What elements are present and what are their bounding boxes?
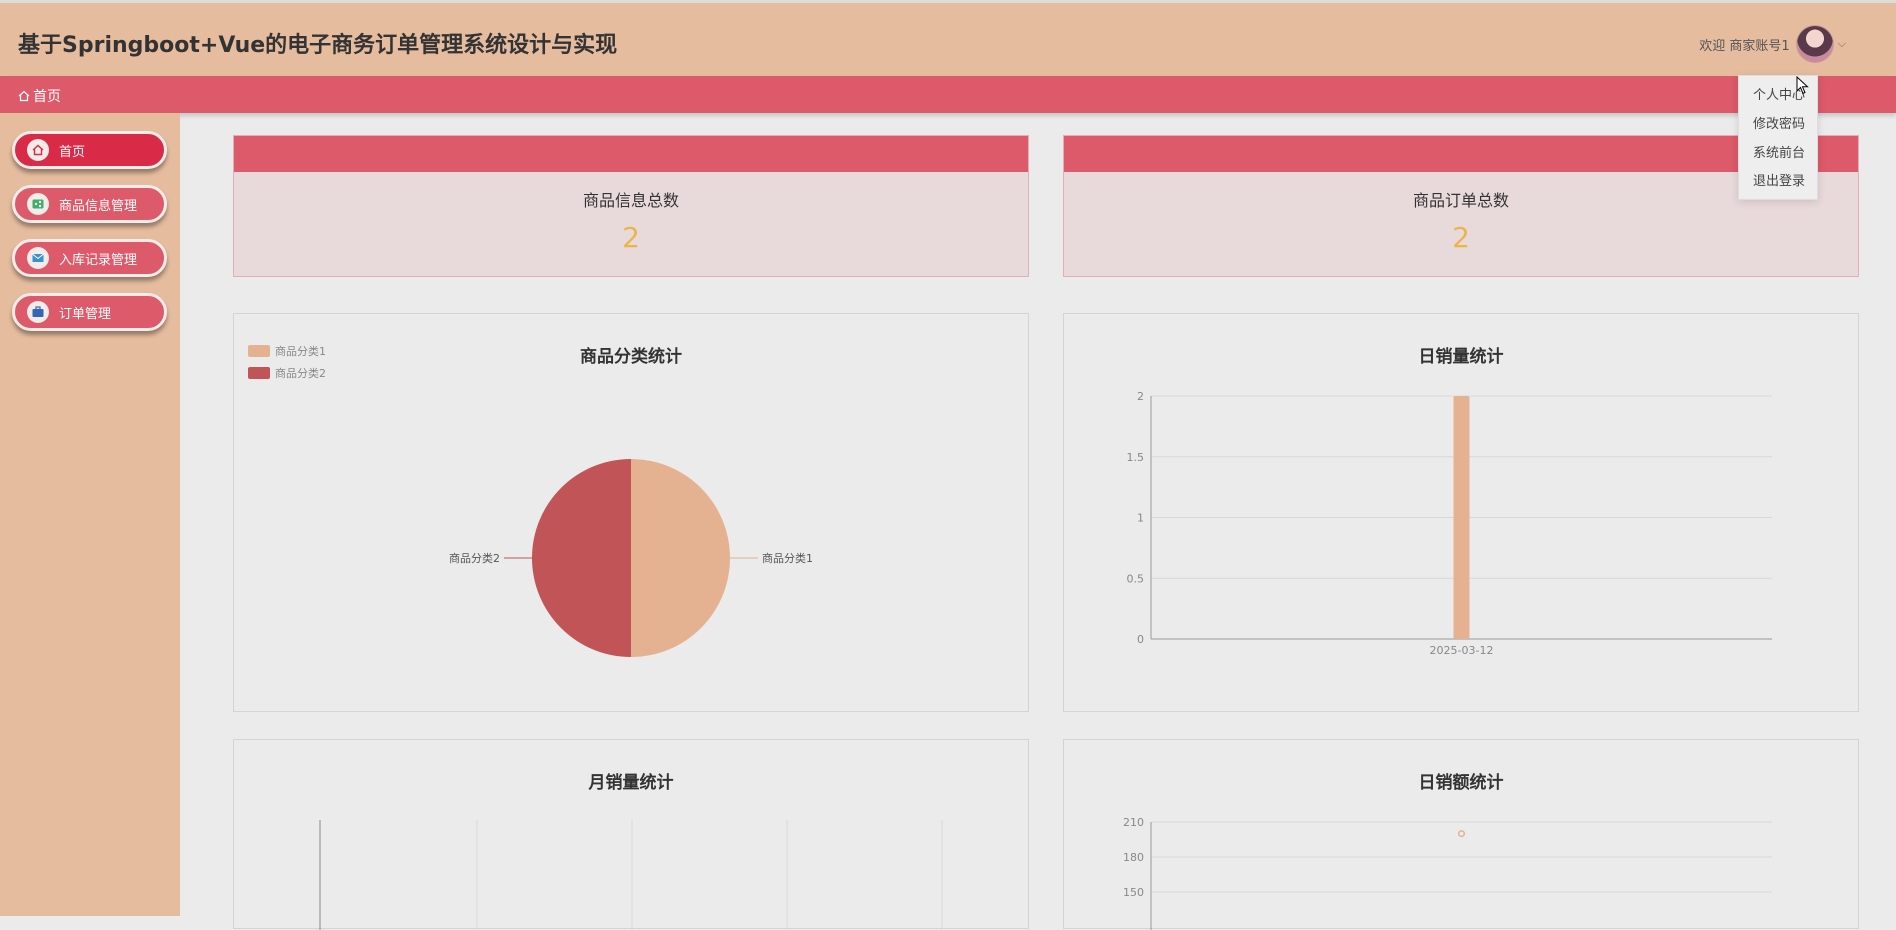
- sidebar-item-home[interactable]: 首页: [12, 131, 167, 169]
- mail-icon: [27, 247, 49, 269]
- sidebar-item-label: 商品信息管理: [59, 198, 138, 214]
- pie-slice: [631, 459, 730, 657]
- y-tick-label: 1.5: [1127, 451, 1145, 464]
- menu-item-change-password[interactable]: 修改密码: [1753, 113, 1805, 132]
- sidebar-item-label: 订单管理: [59, 306, 112, 322]
- legend-swatch-2[interactable]: [248, 367, 270, 379]
- bar-plot: 2 1.5 1 0.5 0 2025-03-12: [1127, 390, 1772, 657]
- legend-swatch-1[interactable]: [248, 345, 270, 357]
- mouse-cursor-icon: [1796, 76, 1809, 95]
- pie-plot: 商品分类1 商品分类2: [449, 459, 813, 657]
- menu-item-logout[interactable]: 退出登录: [1753, 170, 1805, 189]
- top-header: 基于Springboot+Vue的电子商务订单管理系统设计与实现 欢迎 商家账号…: [0, 0, 1896, 76]
- x-tick-label: 2025-03-12: [1430, 644, 1494, 657]
- sidebar-item-inbound[interactable]: 入库记录管理: [12, 239, 167, 277]
- y-tick-label: 180: [1123, 851, 1144, 864]
- pie-slice-label: 商品分类1: [762, 551, 813, 565]
- app-title: 基于Springboot+Vue的电子商务订单管理系统设计与实现: [18, 33, 618, 58]
- bar-chart-svg: 2 1.5 1 0.5 0 2025-03-12: [1127, 390, 1772, 657]
- sidebar-item-orders[interactable]: 订单管理: [12, 293, 167, 331]
- y-tick-label: 210: [1123, 816, 1144, 829]
- chart-monthly-sales: 月销量统计: [233, 739, 1029, 930]
- stat-card-products: 商品信息总数 2: [233, 135, 1029, 277]
- y-tick-label: 0: [1137, 633, 1144, 646]
- revenue-chart-svg: 210 180 150: [1123, 816, 1772, 930]
- sidebar: 首页 商品信息管理 入库记录管理 订单管理: [0, 113, 180, 916]
- home-icon: [27, 139, 49, 161]
- stat-card-header: [234, 136, 1028, 172]
- share-icon: [27, 193, 49, 215]
- briefcase-icon: [27, 301, 49, 323]
- breadcrumb-home[interactable]: 首页: [33, 86, 61, 106]
- y-tick-label: 0.5: [1127, 572, 1145, 585]
- legend-label-2[interactable]: 商品分类2: [275, 366, 326, 380]
- y-tick-label: 1: [1137, 512, 1144, 525]
- pie-slice-label: 商品分类2: [449, 551, 500, 565]
- welcome-text: 欢迎 商家账号1: [1699, 38, 1790, 54]
- monthly-chart-svg: [319, 820, 943, 930]
- sidebar-item-label: 入库记录管理: [59, 252, 138, 268]
- breadcrumb-bar: 首页: [0, 76, 1896, 113]
- chart-daily-revenue: 日销额统计 210 180 150: [1063, 739, 1859, 930]
- legend-label-1[interactable]: 商品分类1: [275, 344, 326, 358]
- sidebar-item-products[interactable]: 商品信息管理: [12, 185, 167, 223]
- avatar[interactable]: [1795, 25, 1834, 63]
- menu-item-frontend[interactable]: 系统前台: [1753, 142, 1805, 161]
- pie-chart-svg: 商品分类1 商品分类2 商品分类1 商品分类2: [248, 344, 813, 657]
- bar: [1453, 396, 1470, 639]
- stat-value: 2: [622, 221, 640, 254]
- chart-daily-sales: 日销量统计 2 1.5 1 0.5 0 2025-03-12: [1063, 313, 1859, 712]
- y-tick-label: 150: [1123, 886, 1144, 899]
- stat-label: 商品信息总数: [582, 191, 679, 210]
- breadcrumb[interactable]: 首页: [18, 86, 61, 106]
- home-icon: [18, 90, 30, 102]
- scatter-plot: 210 180 150: [1123, 816, 1772, 930]
- y-tick-label: 2: [1137, 390, 1144, 403]
- scatter-point: [1457, 830, 1466, 838]
- sidebar-item-label: 首页: [59, 144, 86, 160]
- chevron-down-icon[interactable]: ⌵: [1838, 37, 1846, 51]
- stat-value: 2: [1452, 221, 1470, 254]
- user-menu[interactable]: 欢迎 商家账号1 ⌵: [1699, 25, 1846, 63]
- pie-slice: [532, 459, 631, 657]
- chart-category-pie: 商品分类统计 商品分类1 商品分类2 商品分类1 商品分类2: [233, 313, 1029, 712]
